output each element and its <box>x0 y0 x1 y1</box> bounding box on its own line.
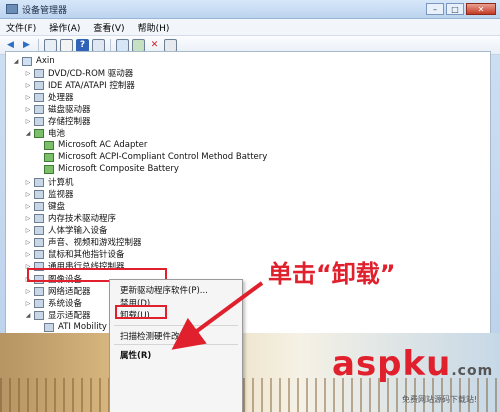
display-adapter-icon <box>34 310 44 320</box>
uninstall-highlight <box>115 305 167 319</box>
annotation-text: 单击“卸载” <box>268 260 396 288</box>
menu-file[interactable]: 文件(F) <box>4 20 38 35</box>
collapse-arrow-icon[interactable]: ◢ <box>12 57 20 65</box>
view-icon[interactable] <box>44 38 57 52</box>
tree-item[interactable]: ▷ 监视器 <box>24 188 74 200</box>
watermark-dot: .com <box>451 363 494 379</box>
menu-properties[interactable]: 属性(R) <box>120 349 151 361</box>
menu-help[interactable]: 帮助(H) <box>136 20 172 35</box>
expand-arrow-icon[interactable]: ▷ <box>24 238 32 246</box>
sound-icon <box>34 237 44 247</box>
view-toggle-icon[interactable] <box>92 38 105 52</box>
watermark-logo: aspku.com <box>332 344 493 384</box>
tree-root[interactable]: ◢ Axin <box>12 55 55 67</box>
expand-arrow-icon[interactable]: ▷ <box>24 226 32 234</box>
tree-item[interactable]: ▷ 磁盘驱动器 <box>24 103 91 115</box>
tree-item[interactable]: Microsoft Composite Battery <box>44 163 179 175</box>
tree-item[interactable]: Microsoft ACPI-Compliant Control Method … <box>44 151 267 163</box>
close-button[interactable]: ✕ <box>466 3 496 15</box>
tree-item[interactable]: ◢ 电池 <box>24 127 65 139</box>
ide-controller-icon <box>34 80 44 90</box>
display-adapter-icon <box>44 322 54 332</box>
menu-scan-hardware[interactable]: 扫描检测硬件改动(A) <box>120 330 200 342</box>
minimize-button[interactable]: – <box>426 3 444 15</box>
battery-icon <box>44 164 54 174</box>
expand-arrow-icon[interactable]: ▷ <box>24 214 32 222</box>
help-icon[interactable]: ? <box>76 38 89 52</box>
menu-separator <box>114 344 238 345</box>
tree-item[interactable]: ▷ IDE ATA/ATAPI 控制器 <box>24 79 135 91</box>
maximize-button[interactable]: □ <box>446 3 464 15</box>
watermark-main: aspku <box>332 344 452 384</box>
hid-icon <box>34 225 44 235</box>
disable-icon[interactable]: ✕ <box>148 39 161 52</box>
toolbar-separator <box>38 39 39 51</box>
menu-update-driver[interactable]: 更新驱动程序软件(P)... <box>120 284 208 296</box>
collapse-arrow-icon[interactable]: ◢ <box>24 311 32 319</box>
title-bar: 设备管理器 – □ ✕ <box>0 0 500 19</box>
expand-arrow-icon[interactable]: ▷ <box>24 202 32 210</box>
memory-icon <box>34 213 44 223</box>
toolbar-separator <box>110 39 111 51</box>
tree-item[interactable]: ◢ 显示适配器 <box>24 309 91 321</box>
tree-item[interactable]: ▷ 计算机 <box>24 176 74 188</box>
uninstall-icon[interactable] <box>164 38 177 52</box>
expand-arrow-icon[interactable]: ▷ <box>24 117 32 125</box>
tree-item[interactable]: ▷ 存储控制器 <box>24 115 91 127</box>
dvd-drive-icon <box>34 68 44 78</box>
tree-item[interactable]: ▷ 内存技术驱动程序 <box>24 212 116 224</box>
menu-action[interactable]: 操作(A) <box>47 20 82 35</box>
device-manager-icon <box>6 4 18 14</box>
scan-icon[interactable] <box>116 38 129 52</box>
device-manager-window: 设备管理器 – □ ✕ 文件(F) 操作(A) 查看(V) 帮助(H) ◀ ▶ … <box>0 0 500 412</box>
menu-separator <box>114 325 238 326</box>
keyboard-icon <box>34 201 44 211</box>
watermark-subtext: 免费网站源码下载站! <box>402 395 478 404</box>
disk-drive-icon <box>34 104 44 114</box>
tree-item[interactable]: ▷ 处理器 <box>24 91 74 103</box>
expand-arrow-icon[interactable]: ▷ <box>24 105 32 113</box>
monitor-icon <box>34 189 44 199</box>
menu-bar: 文件(F) 操作(A) 查看(V) 帮助(H) <box>0 19 500 36</box>
tree-item[interactable]: ▷ 声音、视频和游戏控制器 <box>24 236 142 248</box>
expand-arrow-icon[interactable]: ▷ <box>24 299 32 307</box>
expand-arrow-icon[interactable]: ▷ <box>24 190 32 198</box>
expand-arrow-icon[interactable]: ▷ <box>24 250 32 258</box>
tree-item[interactable]: ▷ 鼠标和其他指针设备 <box>24 248 125 260</box>
storage-controller-icon <box>34 116 44 126</box>
processor-icon <box>34 92 44 102</box>
forward-icon[interactable]: ▶ <box>20 39 33 52</box>
expand-arrow-icon[interactable]: ▷ <box>24 178 32 186</box>
mouse-icon <box>34 249 44 259</box>
battery-icon <box>34 128 44 138</box>
computer-icon <box>34 177 44 187</box>
window-title: 设备管理器 <box>22 5 68 16</box>
context-menu: 更新驱动程序软件(P)... 禁用(D) 卸载(U) 扫描检测硬件改动(A) 属… <box>109 279 243 412</box>
window-controls: – □ ✕ <box>426 3 500 15</box>
expand-arrow-icon[interactable]: ▷ <box>24 81 32 89</box>
tree-item[interactable]: ▷ DVD/CD-ROM 驱动器 <box>24 67 133 79</box>
battery-icon <box>44 140 54 150</box>
properties-icon[interactable] <box>60 38 73 52</box>
menu-view[interactable]: 查看(V) <box>91 20 126 35</box>
battery-icon <box>44 152 54 162</box>
tree-item[interactable]: ▷ 网络适配器 <box>24 285 91 297</box>
tree-item[interactable]: Microsoft AC Adapter <box>44 139 147 151</box>
computer-icon <box>22 56 32 66</box>
collapse-arrow-icon[interactable]: ◢ <box>24 129 32 137</box>
tree-item[interactable]: ▷ 人体学输入设备 <box>24 224 108 236</box>
network-adapter-icon <box>34 286 44 296</box>
tree-item[interactable]: ▷ 系统设备 <box>24 297 82 309</box>
back-icon[interactable]: ◀ <box>4 39 17 52</box>
expand-arrow-icon[interactable]: ▷ <box>24 93 32 101</box>
tree-item[interactable]: ▷ 键盘 <box>24 200 65 212</box>
expand-arrow-icon[interactable]: ▷ <box>24 287 32 295</box>
system-device-icon <box>34 298 44 308</box>
update-icon[interactable] <box>132 38 145 52</box>
expand-arrow-icon[interactable]: ▷ <box>24 69 32 77</box>
